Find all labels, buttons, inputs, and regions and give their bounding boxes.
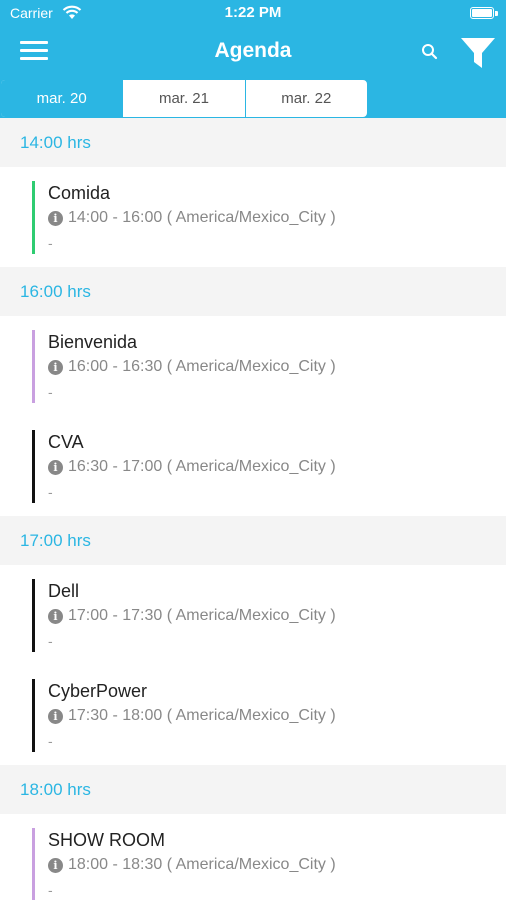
event-description: -	[48, 733, 53, 749]
event-title: CVA	[48, 432, 84, 452]
section-header: 17:00 hrs	[0, 516, 506, 565]
event-title: Dell	[48, 581, 80, 601]
event-title: Comida	[48, 183, 111, 203]
event-description: -	[48, 882, 53, 898]
status-time: 1:22 PM	[224, 4, 282, 21]
event-time-text: 16:00 - 16:30 ( America/Mexico_City )	[68, 358, 336, 375]
event-time-text: 17:00 - 17:30 ( America/Mexico_City )	[68, 607, 336, 624]
event-time: i 16:00 - 16:30 ( America/Mexico_City )	[48, 358, 336, 376]
tab-date-2[interactable]: mar. 22	[246, 80, 367, 117]
section-header: 16:00 hrs	[0, 267, 506, 316]
event-color-bar	[32, 181, 35, 254]
agenda-list: 14:00 hrs Comida i 14:00 - 16:00 ( America/…	[0, 118, 506, 900]
event-title: SHOW ROOM	[48, 830, 165, 850]
event-item[interactable]: SHOW ROOM i 18:00 - 18:30 ( America/Mexico…	[0, 814, 506, 900]
event-time: i 17:30 - 18:00 ( America/Mexico_City )	[48, 707, 336, 725]
event-time-text: 16:30 - 17:00 ( America/Mexico_City )	[68, 458, 336, 475]
nav-bar: Agenda	[0, 28, 506, 76]
section-header: 14:00 hrs	[0, 118, 506, 167]
event-time: i 16:30 - 17:00 ( America/Mexico_City )	[48, 458, 336, 476]
event-color-bar	[32, 679, 35, 752]
event-item[interactable]: CyberPower i 17:30 - 18:00 ( America/Mexic…	[0, 665, 506, 765]
search-icon[interactable]	[420, 42, 440, 62]
section-header: 18:00 hrs	[0, 765, 506, 814]
info-icon: i	[48, 857, 63, 873]
event-description: -	[48, 384, 53, 400]
app-header: Carrier 1:22 PM Agenda mar. 20 mar. 21 mar…	[0, 0, 506, 118]
event-time: i 18:00 - 18:30 ( America/Mexico_City )	[48, 856, 336, 874]
event-time-text: 18:00 - 18:30 ( America/Mexico_City )	[68, 856, 336, 873]
event-color-bar	[32, 579, 35, 652]
date-tabs: mar. 20 mar. 21 mar. 22	[0, 79, 368, 118]
info-icon: i	[48, 708, 63, 724]
event-item[interactable]: CVA i 16:30 - 17:00 ( America/Mexico_City …	[0, 416, 506, 516]
filter-icon[interactable]	[460, 36, 496, 70]
event-item[interactable]: Dell i 17:00 - 17:30 ( America/Mexico_City…	[0, 565, 506, 665]
event-title: Bienvenida	[48, 332, 138, 352]
tab-date-1[interactable]: mar. 21	[123, 80, 246, 117]
event-item[interactable]: Bienvenida i 16:00 - 16:30 ( America/Mexic…	[0, 316, 506, 416]
event-color-bar	[32, 828, 35, 900]
event-item[interactable]: Comida i 14:00 - 16:00 ( America/Mexico_Ci…	[0, 167, 506, 267]
event-color-bar	[32, 430, 35, 503]
event-description: -	[48, 235, 53, 251]
event-time: i 17:00 - 17:30 ( America/Mexico_City )	[48, 607, 336, 625]
battery-tip	[495, 11, 498, 16]
info-icon: i	[48, 359, 63, 375]
event-time: i 14:00 - 16:00 ( America/Mexico_City )	[48, 209, 336, 227]
status-bar: Carrier 1:22 PM	[0, 0, 506, 28]
event-description: -	[48, 633, 53, 649]
event-color-bar	[32, 330, 35, 403]
event-title: CyberPower	[48, 681, 148, 701]
tab-date-0[interactable]: mar. 20	[1, 80, 124, 117]
event-description: -	[48, 484, 53, 500]
info-icon: i	[48, 459, 63, 475]
event-time-text: 17:30 - 18:00 ( America/Mexico_City )	[68, 707, 336, 724]
event-time-text: 14:00 - 16:00 ( America/Mexico_City )	[68, 209, 336, 226]
info-icon: i	[48, 608, 63, 624]
info-icon: i	[48, 210, 63, 226]
battery-icon	[470, 7, 494, 19]
